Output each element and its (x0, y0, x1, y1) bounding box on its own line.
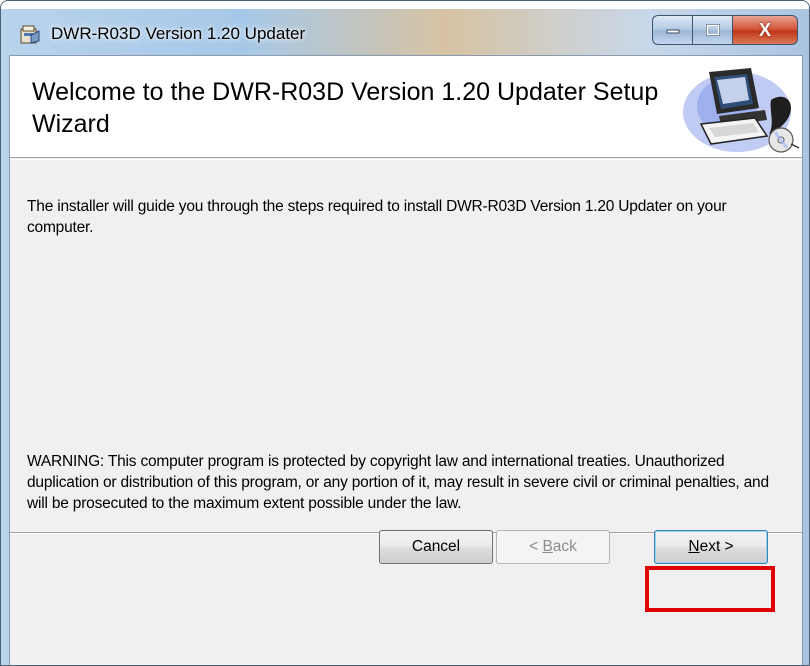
close-button[interactable]: X (732, 15, 798, 45)
intro-text: The installer will guide you through the… (27, 198, 727, 236)
back-button-label-rest: ack (552, 538, 577, 555)
installer-app-icon (20, 25, 40, 44)
cancel-button[interactable]: Cancel (379, 530, 493, 564)
next-button-mnemonic: N (688, 538, 700, 555)
copyright-warning-text: WARNING: This computer program is protec… (27, 453, 769, 512)
computer-cd-illustration (683, 68, 800, 153)
minimize-icon (666, 29, 679, 34)
title-bar[interactable]: DWR-R03D Version 1.20 Updater X (1, 9, 809, 55)
maximize-icon (705, 24, 720, 36)
next-button[interactable]: Next > (654, 530, 768, 564)
banner-divider (10, 159, 802, 160)
minimize-button[interactable] (652, 15, 692, 45)
back-button-prefix: < (529, 538, 543, 555)
caption-buttons: X (652, 15, 798, 45)
back-button-mnemonic: B (542, 538, 553, 555)
maximize-button[interactable] (692, 15, 732, 45)
cancel-button-label: Cancel (411, 538, 461, 555)
next-button-label-rest: ext > (699, 538, 734, 555)
installer-window: DWR-R03D Version 1.20 Updater X Welcome … (0, 0, 810, 666)
screen-top-strip (1, 1, 809, 9)
close-icon: X (758, 19, 771, 40)
wizard-client-area: Welcome to the DWR-R03D Version 1.20 Upd… (9, 55, 803, 665)
wizard-banner: Welcome to the DWR-R03D Version 1.20 Upd… (10, 56, 802, 158)
page-title: Welcome to the DWR-R03D Version 1.20 Upd… (32, 78, 659, 138)
window-title: DWR-R03D Version 1.20 Updater (51, 24, 306, 43)
back-button[interactable]: < Back (496, 530, 610, 564)
